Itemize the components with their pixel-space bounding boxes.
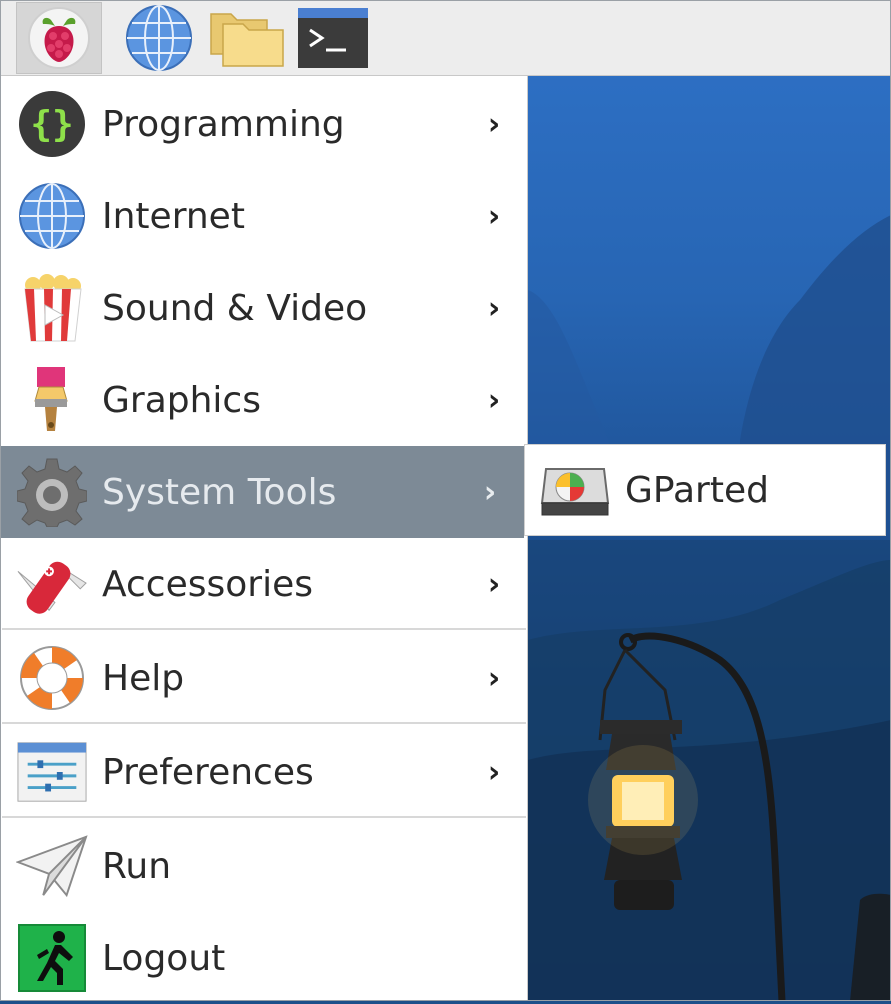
submenu-system-tools: GParted (524, 444, 886, 536)
globe-icon (16, 180, 88, 252)
menu-item-label: Programming (102, 103, 345, 145)
application-menu: {} Programming › Internet › Sound & Vide… (0, 76, 528, 1001)
menu-item-label: Graphics (102, 379, 261, 421)
menu-item-programming[interactable]: {} Programming › (0, 78, 528, 170)
chevron-right-icon: › (487, 754, 501, 790)
terminal-button[interactable] (290, 2, 376, 74)
folder-icon (210, 13, 284, 67)
pocketknife-icon (16, 548, 88, 620)
svg-text:{}: {} (30, 104, 73, 145)
terminal-icon (298, 8, 368, 68)
menu-separator (2, 816, 526, 818)
chevron-right-icon: › (483, 474, 497, 510)
menu-item-label: Help (102, 657, 185, 699)
menu-item-label: System Tools (102, 471, 337, 513)
menu-item-label: Accessories (102, 563, 313, 605)
disk-partition-icon (539, 454, 611, 526)
chevron-right-icon: › (487, 382, 501, 418)
chevron-right-icon: › (487, 290, 501, 326)
menu-item-preferences[interactable]: Preferences › (0, 726, 528, 818)
gear-icon (16, 456, 88, 528)
sliders-icon (16, 736, 88, 808)
menu-item-logout[interactable]: Logout (0, 912, 528, 1004)
menu-separator (2, 722, 526, 724)
menu-separator (2, 628, 526, 630)
raspberry-icon (28, 7, 90, 69)
menu-item-label: Run (102, 845, 172, 887)
file-manager-button[interactable] (204, 2, 290, 74)
popcorn-video-icon (16, 272, 88, 344)
globe-icon (126, 5, 192, 71)
raspberry-menu-button[interactable] (16, 2, 102, 74)
lifebuoy-icon (16, 642, 88, 714)
menu-item-label: Logout (102, 937, 226, 979)
exit-icon (16, 922, 88, 994)
chevron-right-icon: › (487, 660, 501, 696)
menu-item-help[interactable]: Help › (0, 632, 528, 724)
menu-item-sound-video[interactable]: Sound & Video › (0, 262, 528, 354)
menu-item-graphics[interactable]: Graphics › (0, 354, 528, 446)
menu-item-label: Preferences (102, 751, 314, 793)
menu-item-run[interactable]: Run (0, 820, 528, 912)
braces-icon: {} (16, 88, 88, 160)
menu-item-accessories[interactable]: Accessories › (0, 538, 528, 630)
menu-item-system-tools[interactable]: System Tools › (0, 446, 524, 538)
menu-item-internet[interactable]: Internet › (0, 170, 528, 262)
paper-plane-icon (16, 830, 88, 902)
menu-item-label: Internet (102, 195, 245, 237)
menu-item-label: Sound & Video (102, 287, 368, 329)
top-panel (0, 0, 891, 76)
submenu-item-gparted[interactable]: GParted (625, 470, 769, 511)
chevron-right-icon: › (487, 566, 501, 602)
chevron-right-icon: › (487, 198, 501, 234)
web-browser-button[interactable] (116, 2, 202, 74)
chevron-right-icon: › (487, 106, 501, 142)
paintbrush-icon (16, 364, 88, 436)
